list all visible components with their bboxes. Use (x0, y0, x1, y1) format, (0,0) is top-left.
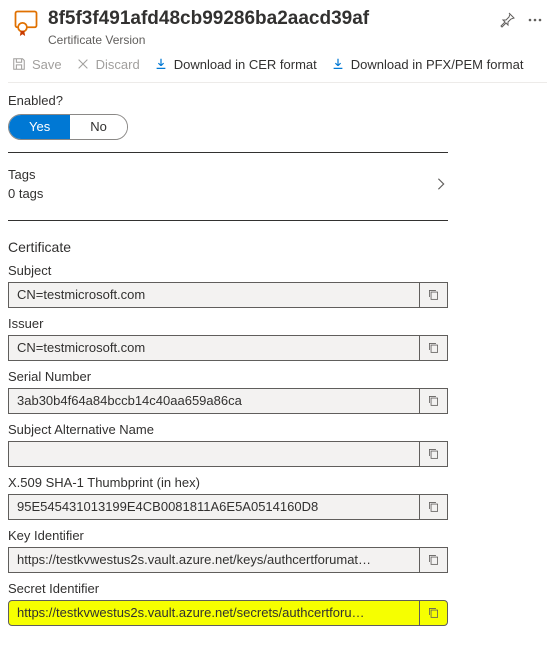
copy-button[interactable] (419, 389, 447, 413)
divider (8, 152, 448, 153)
issuer-field: CN=testmicrosoft.com (8, 335, 448, 361)
thumbprint-field: 95E545431013199E4CB0081811A6E5A0514160D8 (8, 494, 448, 520)
serial-field: 3ab30b4f64a84bccb14c40aa659a86ca (8, 388, 448, 414)
tags-row[interactable]: Tags 0 tags (8, 161, 448, 208)
download-icon (154, 57, 168, 71)
page-header: 8f5f3f491afd48cb99286ba2aacd39af Certifi… (0, 0, 555, 47)
more-icon[interactable] (527, 12, 543, 28)
copy-button[interactable] (419, 336, 447, 360)
enabled-toggle: Yes No (8, 114, 547, 140)
enabled-no-option[interactable]: No (70, 115, 127, 139)
certificate-heading: Certificate (8, 239, 547, 255)
download-cer-button[interactable]: Download in CER format (154, 57, 317, 72)
page-subtitle: Certificate Version (48, 33, 499, 47)
discard-icon (76, 57, 90, 71)
discard-button[interactable]: Discard (76, 57, 140, 72)
page-title: 8f5f3f491afd48cb99286ba2aacd39af (48, 8, 499, 31)
thumbprint-label: X.509 SHA-1 Thumbprint (in hex) (8, 475, 547, 490)
divider (8, 220, 448, 221)
copy-button[interactable] (419, 548, 447, 572)
command-bar: Save Discard Download in CER format Down… (0, 47, 555, 82)
keyid-label: Key Identifier (8, 528, 547, 543)
download-pfx-label: Download in PFX/PEM format (351, 57, 524, 72)
copy-button[interactable] (419, 601, 447, 625)
enabled-label: Enabled? (8, 93, 547, 108)
issuer-label: Issuer (8, 316, 547, 331)
san-label: Subject Alternative Name (8, 422, 547, 437)
subject-field: CN=testmicrosoft.com (8, 282, 448, 308)
enabled-yes-option[interactable]: Yes (9, 115, 70, 139)
subject-value: CN=testmicrosoft.com (9, 287, 419, 302)
keyid-field: https://testkvwestus2s.vault.azure.net/k… (8, 547, 448, 573)
secretid-value: https://testkvwestus2s.vault.azure.net/s… (9, 605, 419, 620)
chevron-right-icon (434, 177, 448, 191)
save-button[interactable]: Save (12, 57, 62, 72)
copy-button[interactable] (419, 495, 447, 519)
secretid-field: https://testkvwestus2s.vault.azure.net/s… (8, 600, 448, 626)
copy-button[interactable] (419, 283, 447, 307)
save-label: Save (32, 57, 62, 72)
serial-value: 3ab30b4f64a84bccb14c40aa659a86ca (9, 393, 419, 408)
save-icon (12, 57, 26, 71)
serial-label: Serial Number (8, 369, 547, 384)
san-field (8, 441, 448, 467)
tags-label: Tags (8, 165, 43, 185)
subject-label: Subject (8, 263, 547, 278)
copy-button[interactable] (419, 442, 447, 466)
download-cer-label: Download in CER format (174, 57, 317, 72)
issuer-value: CN=testmicrosoft.com (9, 340, 419, 355)
thumbprint-value: 95E545431013199E4CB0081811A6E5A0514160D8 (9, 499, 419, 514)
keyid-value: https://testkvwestus2s.vault.azure.net/k… (9, 552, 419, 567)
certificate-icon (12, 8, 40, 36)
tags-count: 0 tags (8, 184, 43, 204)
pin-icon[interactable] (499, 12, 515, 28)
secretid-label: Secret Identifier (8, 581, 547, 596)
download-pfx-button[interactable]: Download in PFX/PEM format (331, 57, 524, 72)
discard-label: Discard (96, 57, 140, 72)
download-icon (331, 57, 345, 71)
